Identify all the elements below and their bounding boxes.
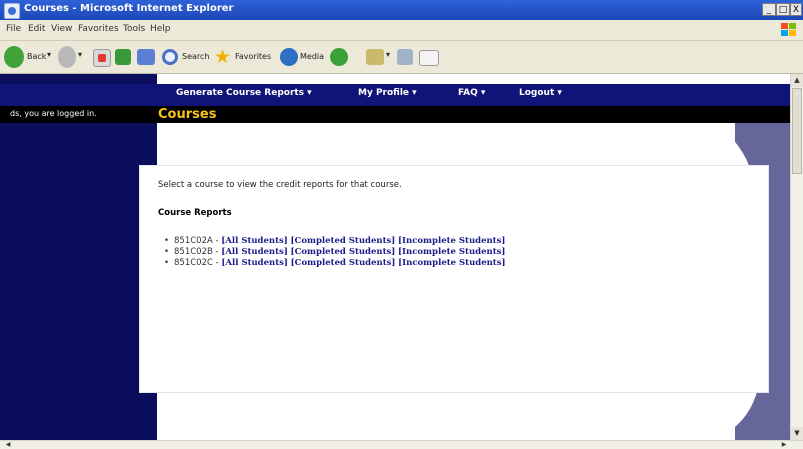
completed-students-link[interactable]: [Completed Students] <box>291 236 396 246</box>
course-code: 851C02C <box>174 258 213 268</box>
all-students-link[interactable]: [All Students] <box>221 236 288 246</box>
site-navbar: Generate Course Reports ▾ My Profile ▾ F… <box>0 84 790 106</box>
menu-bar: File Edit View Favorites Tools Help <box>0 20 803 41</box>
all-students-link[interactable]: [All Students] <box>221 247 288 257</box>
windows-logo-icon <box>781 23 796 36</box>
heading-bar <box>0 106 790 123</box>
bullet-icon: • <box>164 236 170 246</box>
close-button[interactable]: X <box>790 3 802 16</box>
incomplete-students-link[interactable]: [Incomplete Students] <box>398 247 505 257</box>
mail-icon[interactable] <box>366 49 384 65</box>
incomplete-students-link[interactable]: [Incomplete Students] <box>398 258 505 268</box>
completed-students-link[interactable]: [Completed Students] <box>291 247 396 257</box>
nav-my-profile[interactable]: My Profile ▾ <box>358 88 417 98</box>
scrollbar-thumb[interactable] <box>792 88 802 174</box>
bullet-icon: • <box>164 247 170 257</box>
minimize-button[interactable]: _ <box>762 3 776 16</box>
bullet-icon: • <box>164 258 170 268</box>
print-icon[interactable] <box>397 49 413 65</box>
search-icon[interactable] <box>162 49 178 65</box>
forward-dropdown-icon[interactable]: ▾ <box>78 50 82 59</box>
left-sidebar <box>0 74 157 440</box>
vertical-scrollbar[interactable]: ▲ ▼ <box>790 74 803 440</box>
edit-page-icon[interactable] <box>419 50 439 66</box>
page-title: Courses <box>158 107 217 122</box>
ie-app-icon <box>4 3 20 19</box>
menu-favorites[interactable]: Favorites <box>78 24 119 34</box>
favorites-star-icon[interactable]: ★ <box>214 47 231 69</box>
browser-toolbar: Back ▾ ▾ Search ★ Favorites Media ▾ <box>0 41 803 74</box>
nav-logout[interactable]: Logout ▾ <box>519 88 562 98</box>
maximize-button[interactable]: □ <box>776 3 790 16</box>
menu-file[interactable]: File <box>6 24 21 34</box>
course-code: 851C02A <box>174 236 213 246</box>
forward-arrow-icon[interactable] <box>58 46 76 68</box>
incomplete-students-link[interactable]: [Incomplete Students] <box>398 236 505 246</box>
home-icon[interactable] <box>137 49 155 65</box>
refresh-icon[interactable] <box>115 49 131 65</box>
history-icon[interactable] <box>330 48 348 66</box>
course-list: • 851C02A - [All Students] [Completed Stu… <box>164 236 506 269</box>
nav-generate-course-reports[interactable]: Generate Course Reports ▾ <box>176 88 312 98</box>
favorites-label[interactable]: Favorites <box>235 52 271 61</box>
all-students-link[interactable]: [All Students] <box>221 258 288 268</box>
section-title: Course Reports <box>158 208 232 218</box>
page-viewport: Generate Course Reports ▾ My Profile ▾ F… <box>0 74 790 440</box>
back-dropdown-icon[interactable]: ▾ <box>47 50 51 59</box>
login-status: ds, you are logged in. <box>10 109 97 118</box>
list-item: • 851C02C - [All Students] [Completed Stu… <box>164 258 506 268</box>
back-arrow-icon[interactable] <box>4 46 24 68</box>
list-item: • 851C02B - [All Students] [Completed Stu… <box>164 247 506 257</box>
back-label[interactable]: Back <box>27 52 46 61</box>
scroll-left-arrow-icon[interactable]: ◀ <box>2 441 14 449</box>
window-title: Courses - Microsoft Internet Explorer <box>24 3 234 14</box>
media-icon[interactable] <box>280 48 298 66</box>
search-label[interactable]: Search <box>182 52 209 61</box>
completed-students-link[interactable]: [Completed Students] <box>291 258 396 268</box>
stop-icon[interactable] <box>93 49 111 67</box>
nav-faq[interactable]: FAQ ▾ <box>458 88 485 98</box>
menu-tools[interactable]: Tools <box>123 24 145 34</box>
window-titlebar: Courses - Microsoft Internet Explorer _ … <box>0 0 803 20</box>
menu-help[interactable]: Help <box>150 24 171 34</box>
menu-edit[interactable]: Edit <box>28 24 45 34</box>
course-code: 851C02B <box>174 247 213 257</box>
scroll-up-arrow-icon[interactable]: ▲ <box>791 74 803 87</box>
mail-dropdown-icon[interactable]: ▾ <box>386 50 390 59</box>
menu-view[interactable]: View <box>51 24 72 34</box>
content-panel: Select a course to view the credit repor… <box>140 166 768 392</box>
list-item: • 851C02A - [All Students] [Completed Stu… <box>164 236 506 246</box>
horizontal-scrollbar[interactable]: ◀ ▶ <box>0 440 803 449</box>
intro-text: Select a course to view the credit repor… <box>158 180 402 190</box>
scroll-right-arrow-icon[interactable]: ▶ <box>778 441 790 449</box>
media-label[interactable]: Media <box>300 52 324 61</box>
scroll-down-arrow-icon[interactable]: ▼ <box>791 427 803 440</box>
